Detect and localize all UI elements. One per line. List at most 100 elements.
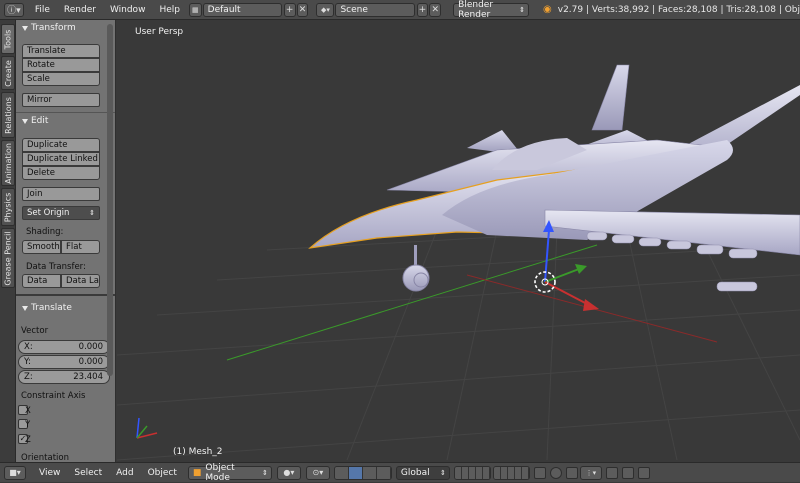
manipulator-icon xyxy=(334,466,349,479)
mode-select[interactable]: ■ Object Mode ⇕ xyxy=(187,463,272,483)
snap-icon: ⋮▾ xyxy=(585,468,597,477)
layer-icon xyxy=(468,466,476,479)
pivot-point-button[interactable]: ⊙▾ xyxy=(305,465,330,480)
sphere-icon: ●▾ xyxy=(283,468,295,477)
tool-shelf: Transform Translate Rotate Scale Mirror … xyxy=(16,20,116,462)
layer-buttons-a[interactable] xyxy=(453,465,491,480)
collapse-triangle-icon xyxy=(22,25,28,31)
join-button[interactable]: Join xyxy=(22,187,100,201)
scene-icon[interactable]: ◆▾ xyxy=(316,2,335,17)
mirror-button[interactable]: Mirror xyxy=(22,93,100,107)
updown-icon: ⇕ xyxy=(519,5,526,14)
menu-add[interactable]: Add xyxy=(109,468,140,478)
scale-button[interactable]: Scale xyxy=(22,72,100,86)
close-icon: ✕ xyxy=(431,4,440,15)
orientation-axes-widget xyxy=(136,417,158,439)
pivot-icon: ⊙▾ xyxy=(312,468,324,477)
floor-grid xyxy=(117,219,800,461)
layer-icon xyxy=(507,466,515,479)
layer-icon xyxy=(521,466,529,479)
y-axis-line xyxy=(226,244,598,361)
snap-element-button[interactable]: ⋮▾ xyxy=(579,465,602,480)
plus-icon: + xyxy=(285,4,294,15)
viewport-shading-button[interactable]: ●▾ xyxy=(276,465,301,480)
remove-layout-button[interactable]: ✕ xyxy=(296,2,309,17)
edit-panel-header[interactable]: Edit xyxy=(22,116,48,126)
vector-y-field[interactable]: Y: 0.000 xyxy=(18,355,110,369)
blender-logo-icon: ◉ xyxy=(543,4,552,15)
vector-x-field[interactable]: X: 0.000 xyxy=(18,340,110,354)
layer-icon xyxy=(454,466,462,479)
divider xyxy=(16,112,115,113)
data-transfer-label: Data Transfer: xyxy=(26,262,86,272)
constraint-axis-label: Constraint Axis xyxy=(21,391,86,401)
plus-icon: + xyxy=(418,4,427,15)
add-scene-button[interactable]: + xyxy=(416,2,429,17)
rotate-button[interactable]: Rotate xyxy=(22,58,100,72)
translate-button[interactable]: Translate xyxy=(22,44,100,58)
duplicate-button[interactable]: Duplicate xyxy=(22,138,100,152)
menu-file[interactable]: File xyxy=(28,5,57,15)
lock-layers-icon[interactable] xyxy=(533,466,546,479)
aircraft-mesh xyxy=(308,64,800,292)
tab-physics[interactable]: Physics xyxy=(1,188,15,226)
menu-render[interactable]: Render xyxy=(57,5,103,15)
snap-toggle-icon[interactable] xyxy=(565,466,578,479)
layer-icon xyxy=(493,466,501,479)
transform-orientation-select[interactable]: Global ⇕ xyxy=(395,465,450,480)
vector-label: Vector xyxy=(21,326,49,336)
render-icon[interactable] xyxy=(605,466,618,479)
smooth-button[interactable]: Smooth xyxy=(22,240,61,254)
camera-icon[interactable] xyxy=(621,466,634,479)
tool-shelf-tabs: Tools Create Relations Animation Physics… xyxy=(0,20,16,462)
layer-icon xyxy=(500,466,508,479)
manipulator-toggles[interactable] xyxy=(333,465,392,480)
duplicate-linked-button[interactable]: Duplicate Linked xyxy=(22,152,100,166)
proportional-edit-icon[interactable] xyxy=(549,466,562,479)
delete-button[interactable]: Delete xyxy=(22,166,100,180)
3d-viewport[interactable]: User Persp (1) Mesh_2 xyxy=(117,20,800,462)
render-engine-select[interactable]: Blender Render ⇕ xyxy=(453,0,530,20)
layer-icon xyxy=(482,466,490,479)
layer-buttons-b[interactable] xyxy=(492,465,530,480)
tab-relations[interactable]: Relations xyxy=(1,92,15,138)
close-icon: ✕ xyxy=(298,4,307,15)
menu-select[interactable]: Select xyxy=(67,468,109,478)
layer-icon xyxy=(475,466,483,479)
operator-panel-header[interactable]: Translate xyxy=(22,303,72,313)
screen-layout-field[interactable]: Default xyxy=(202,2,282,17)
transform-panel-header[interactable]: Transform xyxy=(22,23,76,33)
menu-help[interactable]: Help xyxy=(152,5,187,15)
flat-button[interactable]: Flat xyxy=(61,240,100,254)
tab-animation[interactable]: Animation xyxy=(1,140,15,186)
menu-view[interactable]: View xyxy=(32,468,67,478)
remove-scene-button[interactable]: ✕ xyxy=(429,2,442,17)
view-name: User Persp xyxy=(135,27,184,37)
viewport-canvas xyxy=(117,64,800,461)
menu-window[interactable]: Window xyxy=(103,5,153,15)
tab-grease-pencil[interactable]: Grease Pencil xyxy=(1,228,15,288)
info-icon: ⓘ▾ xyxy=(7,6,21,16)
panel-scrollbar[interactable] xyxy=(107,24,113,376)
data-layout-button[interactable]: Data La xyxy=(61,274,100,288)
editor-type-button[interactable]: ■▾ xyxy=(4,465,26,480)
data-transfer-button[interactable]: Data xyxy=(22,274,61,288)
layer-icon xyxy=(514,466,522,479)
tab-tools[interactable]: Tools xyxy=(1,24,15,54)
updown-icon: ⇕ xyxy=(89,209,95,217)
menu-object[interactable]: Object xyxy=(141,468,184,478)
screen-layout-icon[interactable]: ▦ xyxy=(188,2,202,17)
add-layout-button[interactable]: + xyxy=(283,2,296,17)
set-origin-select[interactable]: Set Origin ⇕ xyxy=(22,206,100,220)
orientation-label: Orientation xyxy=(21,453,69,462)
editor-type-button[interactable]: ⓘ▾ xyxy=(4,2,24,17)
layer-icon xyxy=(461,466,469,479)
3d-view-header: ■▾ View Select Add Object ■ Object Mode … xyxy=(0,462,800,483)
scene-stats: v2.79 | Verts:38,992 | Faces:28,108 | Tr… xyxy=(557,4,800,15)
shading-label: Shading: xyxy=(26,227,64,237)
active-object-label: (1) Mesh_2 xyxy=(173,447,223,457)
tab-create[interactable]: Create xyxy=(1,56,15,90)
image-icon[interactable] xyxy=(637,466,650,479)
scene-field[interactable]: Scene xyxy=(335,2,415,17)
vector-z-field[interactable]: Z: 23.404 xyxy=(18,370,110,384)
